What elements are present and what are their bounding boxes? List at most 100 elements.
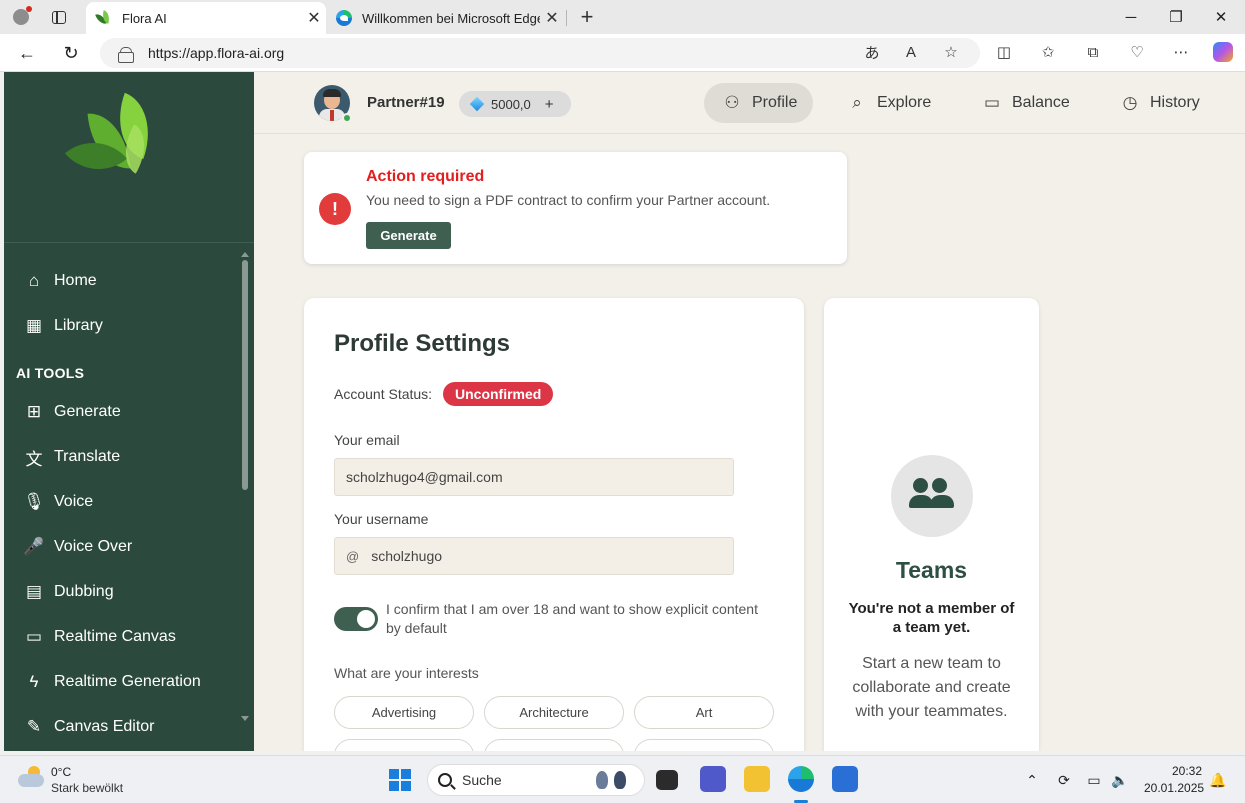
search-icon: ⌕ (852, 93, 862, 112)
taskbar-search[interactable]: Suche (427, 764, 645, 796)
balance-pill[interactable]: 5000,0 + (459, 91, 571, 117)
browser-profile-icon[interactable] (10, 6, 32, 28)
more-menu-icon[interactable]: ⋯ (1170, 41, 1192, 63)
interest-chip[interactable] (634, 739, 774, 751)
taskbar: 0°C Stark bewölkt Suche ⌃ ⟳ ▭ 🔈 20:32 20… (0, 755, 1245, 803)
edge-app-icon[interactable] (788, 766, 814, 792)
sidebar-item-generate[interactable]: ⊞ Generate (4, 392, 240, 432)
nav-profile[interactable]: ⚇ Profile (704, 83, 814, 123)
edit-icon: ✎ (26, 717, 42, 736)
read-aloud-icon[interactable]: A (900, 41, 922, 63)
sidebar-item-label: Translate (54, 448, 121, 465)
interest-chip-advertising[interactable]: Advertising (334, 696, 474, 729)
explicit-content-toggle[interactable] (334, 607, 378, 631)
chevron-up-icon[interactable]: ⌃ (1022, 770, 1042, 790)
flora-app: ⌂ Home ▦ Library AI TOOLS ⊞ Generate 文 T… (4, 72, 1245, 751)
teams-app-icon[interactable] (700, 766, 726, 792)
nav-explore[interactable]: ⌕ Explore (829, 83, 947, 123)
temperature[interactable]: 0°C (51, 765, 71, 779)
search-highlight-icon (590, 769, 640, 791)
username-label[interactable]: Partner#19 (367, 94, 445, 111)
sidebar-item-voice-over[interactable]: 🎤 Voice Over (4, 527, 240, 567)
clock-time[interactable]: 20:32 (1170, 764, 1202, 778)
browser-essentials-icon[interactable]: ♡ (1126, 41, 1148, 63)
interest-chip[interactable] (334, 739, 474, 751)
sidebar-section-heading: AI TOOLS (16, 365, 85, 381)
sidebar-nav: ⌂ Home ▦ Library AI TOOLS ⊞ Generate 文 T… (4, 244, 254, 751)
sync-icon[interactable]: ⟳ (1054, 770, 1074, 790)
volume-icon[interactable]: 🔈 (1110, 770, 1130, 790)
grid-icon: ▦ (25, 316, 43, 335)
translate-icon: 文 (25, 449, 43, 469)
nav-label: History (1150, 94, 1200, 111)
film-icon: ▤ (25, 582, 43, 601)
teams-subtitle: You're not a member of a team yet. (848, 600, 1015, 636)
url-field[interactable]: https://app.flora-ai.org (100, 38, 980, 68)
sidebar-item-dubbing[interactable]: ▤ Dubbing (4, 572, 240, 612)
sidebar-item-translate[interactable]: 文 Translate (4, 437, 240, 477)
interest-chip-architecture[interactable]: Architecture (484, 696, 624, 729)
sidebar-item-label: Library (54, 317, 103, 334)
sidebar-item-home[interactable]: ⌂ Home (4, 261, 240, 301)
sidebar-item-library[interactable]: ▦ Library (4, 306, 240, 346)
sidebar-scrollbar[interactable] (242, 260, 248, 490)
back-icon[interactable]: ← (16, 42, 38, 64)
interest-chip[interactable] (484, 739, 624, 751)
favorites-icon[interactable]: ✩ (1037, 41, 1059, 63)
nav-balance[interactable]: ▭ Balance (964, 83, 1086, 123)
add-balance-icon[interactable]: + (545, 96, 554, 113)
scroll-down-arrow-icon[interactable] (241, 716, 249, 721)
minimize-icon[interactable]: ─ (1108, 4, 1154, 30)
file-explorer-icon[interactable] (744, 766, 770, 792)
sidebar-item-realtime-canvas[interactable]: ▭ Realtime Canvas (4, 617, 240, 657)
collections-icon[interactable]: ⧉ (1082, 41, 1104, 63)
copilot-icon[interactable] (1212, 41, 1234, 63)
user-icon: ⚇ (724, 93, 740, 112)
weather-cloud-icon[interactable] (18, 766, 44, 788)
close-tab-icon[interactable]: ✕ (540, 8, 564, 28)
split-screen-icon[interactable]: ◫ (993, 41, 1015, 63)
tab-edge-welcome[interactable]: Willkommen bei Microsoft Edge ✕ (326, 2, 564, 34)
sidebar-item-realtime-generation[interactable]: ϟ Realtime Generation (4, 662, 240, 702)
sidebar-item-canvas-editor[interactable]: ✎ Canvas Editor (4, 707, 240, 747)
teams-title: Teams (895, 557, 968, 583)
interest-chip-art[interactable]: Art (634, 696, 774, 729)
microphone-filled-icon: 🎤 (23, 537, 45, 556)
close-window-icon[interactable]: ✕ (1198, 4, 1244, 30)
generate-contract-button[interactable]: Generate (366, 222, 451, 249)
clock-date[interactable]: 20.01.2025 (1144, 781, 1204, 795)
tab-flora-ai[interactable]: Flora AI ✕ (86, 2, 326, 34)
bolt-icon: ϟ (29, 672, 39, 691)
windows-start-icon[interactable] (389, 769, 411, 791)
address-bar: ← ↻ https://app.flora-ai.org あ A ☆ ◫ ✩ ⧉… (0, 34, 1245, 72)
email-field[interactable]: scholzhugo4@gmail.com (334, 458, 734, 496)
tab-actions-icon[interactable] (48, 6, 70, 28)
translate-page-icon[interactable]: あ (861, 41, 883, 63)
restore-icon[interactable]: ❐ (1153, 4, 1199, 30)
new-tab-icon[interactable]: + (576, 4, 598, 29)
task-view-icon[interactable] (656, 770, 678, 790)
tab-title: Flora AI (122, 10, 167, 26)
username-field[interactable]: @ scholzhugo (334, 537, 734, 575)
nav-history[interactable]: ◷ History (1102, 83, 1216, 123)
plus-file-icon: ⊞ (26, 402, 42, 421)
online-status-dot (342, 113, 352, 123)
favorite-star-icon[interactable]: ☆ (940, 41, 962, 63)
sidebar-item-voice[interactable]: 🎙 Voice (4, 482, 240, 522)
action-title: Action required (366, 168, 485, 185)
top-header: Partner#19 5000,0 + ⚇ Profile ⌕ Explore … (254, 72, 1245, 134)
sidebar-divider (4, 242, 254, 243)
email-label: Your email (334, 432, 400, 448)
sidebar: ⌂ Home ▦ Library AI TOOLS ⊞ Generate 文 T… (4, 72, 254, 751)
teams-card: Teams You're not a member of a team yet.… (824, 298, 1039, 751)
flora-logo[interactable] (65, 92, 168, 187)
network-icon[interactable]: ▭ (1084, 770, 1104, 790)
refresh-icon[interactable]: ↻ (60, 42, 82, 64)
scroll-up-arrow-icon[interactable] (241, 252, 249, 257)
store-app-icon[interactable] (832, 766, 858, 792)
close-tab-icon[interactable]: ✕ (302, 8, 326, 28)
wallet-icon: ▭ (983, 93, 1001, 112)
edge-favicon-icon (336, 10, 352, 26)
weather-description[interactable]: Stark bewölkt (51, 781, 123, 795)
notification-bell-icon[interactable]: 🔔 (1208, 770, 1228, 790)
